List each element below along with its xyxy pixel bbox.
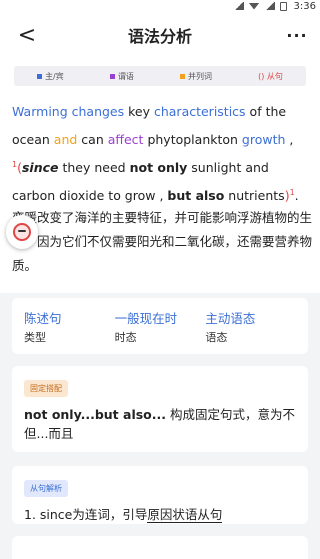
fixed-phrase-part: but also	[167, 188, 225, 203]
sentence-segment: key	[124, 104, 154, 119]
fixed-collocation-text: not only...but also... 构成固定句式，意为不但...而且	[24, 405, 296, 443]
battery-icon	[279, 1, 287, 11]
collocation-phrase: not only...but also...	[24, 407, 166, 422]
clause-analysis-card: 从句解析 1. since为连词，引导原因状语从句	[12, 466, 308, 524]
legend-dot	[37, 73, 43, 79]
signal-icon	[233, 2, 244, 10]
fixed-collocation-tag: 固定搭配	[24, 380, 68, 397]
property-voice: 主动语态 语态	[205, 308, 296, 344]
legend-dot	[180, 73, 186, 79]
legend-item-conjunction: 并列词	[180, 71, 212, 82]
sentence-translation: 变暖改变了海洋的主要特征，并可能影响浮游植物的生长，因为它们不仅需要阳光和二氧化…	[12, 210, 313, 273]
legend-label: () 从句	[258, 71, 283, 81]
app-header: < 语法分析 ···	[0, 12, 320, 58]
clause-analysis-tag: 从句解析	[24, 480, 68, 497]
clause-analysis-text: 1. since为连词，引导原因状语从句	[24, 505, 296, 524]
status-bar: 3:36	[0, 0, 320, 12]
clause-type-link[interactable]: 原因状语从句	[147, 507, 223, 523]
property-tense: 一般现在时 时态	[115, 308, 206, 344]
analyzed-sentence[interactable]: Warming changes key characteristics of t…	[12, 98, 312, 210]
legend-item-predicate: 谓语	[109, 71, 134, 82]
property-value: 一般现在时	[114, 311, 178, 326]
property-label: 类型	[24, 331, 46, 344]
property-value: 陈述句	[24, 311, 62, 326]
sentence-segment: nutrients	[224, 188, 285, 203]
more-options-button[interactable]: ···	[284, 22, 310, 48]
property-type: 陈述句 类型	[24, 308, 115, 344]
sentence-segment: .	[294, 188, 299, 203]
legend-dot	[109, 73, 115, 79]
object-segment: characteristics	[153, 104, 246, 119]
cellular-icon	[264, 2, 275, 10]
legend-label: 谓语	[117, 71, 134, 81]
property-label: 语态	[205, 331, 228, 344]
legend-item-subject-object: 主/宾	[37, 71, 64, 82]
color-legend: 主/宾 谓语 并列词 () 从句	[14, 66, 306, 86]
back-button[interactable]: <	[14, 22, 40, 48]
next-card-peek	[12, 536, 308, 559]
subject-segment: Warming changes	[12, 104, 125, 119]
clause-analysis-prefix: 1. since为连词，引导	[24, 507, 148, 522]
conjunction-segment: and	[53, 132, 78, 147]
floating-assistant-avatar[interactable]	[6, 215, 38, 249]
fixed-phrase-part: not only	[129, 160, 188, 175]
status-time: 3:36	[293, 0, 316, 12]
chevron-left-icon: <	[17, 22, 37, 48]
sentence-segment: ,	[285, 132, 294, 147]
more-dots-icon: ···	[286, 25, 308, 45]
legend-label: 并列词	[188, 71, 213, 81]
predicate-segment: affect	[107, 132, 144, 147]
sentence-segment: can	[77, 132, 108, 147]
wifi-icon	[248, 2, 260, 10]
sentence-segment: phytoplankton	[143, 132, 242, 147]
legend-label: 主/宾	[45, 71, 64, 81]
clause-conjunction: since	[21, 160, 59, 175]
sentence-segment: they need	[58, 160, 130, 175]
page-title: 语法分析	[127, 27, 192, 46]
property-value: 主动语态	[205, 311, 256, 326]
sentence-card: 主/宾 谓语 并列词 () 从句 Warming changes key cha…	[0, 58, 320, 293]
sentence-properties: 陈述句 类型 一般现在时 时态 主动语态 语态	[12, 298, 308, 354]
object-segment: growth	[241, 132, 286, 147]
legend-item-clause: () 从句	[258, 71, 283, 82]
avatar-face-icon	[13, 223, 31, 241]
fixed-collocation-card: 固定搭配 not only...but also... 构成固定句式，意为不但.…	[12, 366, 308, 452]
property-label: 时态	[114, 331, 137, 344]
